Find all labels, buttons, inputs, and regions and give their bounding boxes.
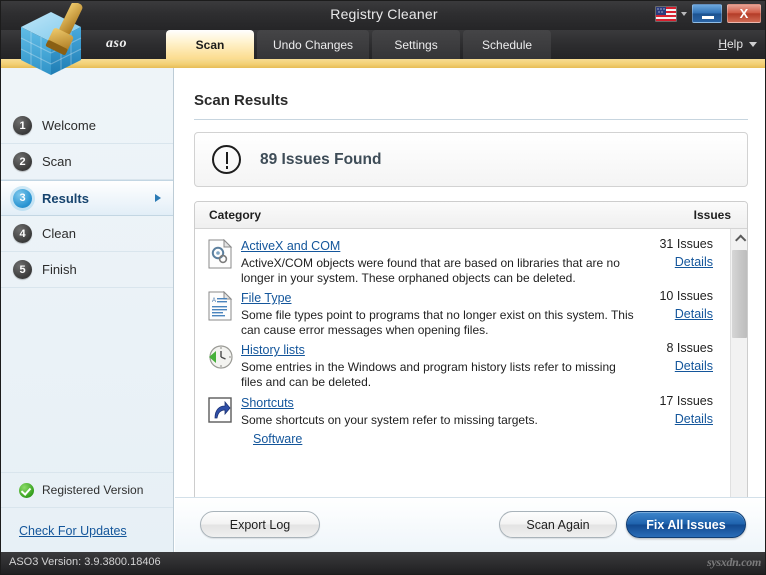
chevron-right-icon [155,194,161,202]
issue-count: 31 Issues [659,237,713,251]
help-menu[interactable]: Help [718,37,757,51]
check-updates-link[interactable]: Check For Updates [19,524,127,538]
version-label: ASO3 Version: 3.9.3800.18406 [9,556,161,568]
category-link-file-type[interactable]: File Type [241,291,292,306]
step-number-badge: 5 [13,260,32,279]
accent-band [1,59,765,68]
table-row[interactable]: A File Type Some file types point to pro… [195,289,715,337]
sidebar: 1 Welcome 2 Scan 3 Results 4 Clean 5 Fin… [1,68,174,554]
table-row[interactable]: History lists Some entries in the Window… [195,341,715,389]
sidebar-item-label: Scan [42,154,72,169]
row-issues: 10 Issues Details [639,289,715,337]
category-description: ActiveX/COM objects were found that are … [241,256,620,285]
export-log-button[interactable]: Export Log [200,511,320,538]
category-link-activex-and-com[interactable]: ActiveX and COM [241,239,340,254]
sidebar-item-welcome[interactable]: 1 Welcome [1,108,173,144]
table-row[interactable]: ActiveX and COM ActiveX/COM objects were… [195,237,715,285]
sidebar-item-clean[interactable]: 4 Clean [1,216,173,252]
issues-summary-banner: 89 Issues Found [194,132,748,187]
help-label: Help [718,37,743,51]
minimize-button[interactable] [692,4,722,23]
row-text: ActiveX and COM ActiveX/COM objects were… [241,237,639,285]
step-number-badge: 3 [13,188,32,208]
fix-all-issues-button[interactable]: Fix All Issues [626,511,746,538]
category-description: Some entries in the Windows and program … [241,360,616,389]
step-number-badge: 4 [13,224,32,243]
sidebar-item-finish[interactable]: 5 Finish [1,252,173,288]
category-link-software[interactable]: Software [253,432,302,447]
svg-text:A: A [212,298,216,304]
tab-schedule[interactable]: Schedule [463,30,552,59]
issue-count: 10 Issues [659,289,713,304]
table-row[interactable]: Shortcuts Some shortcuts on your system … [195,394,715,428]
title-divider [194,119,748,120]
row-text: File Type Some file types point to progr… [241,289,639,337]
category-description: Some file types point to programs that n… [241,308,634,337]
tab-list: Scan Undo Changes Settings Schedule [166,30,554,59]
flag-stars [657,7,665,14]
details-link[interactable]: Details [639,307,713,321]
action-bar: Export Log Scan Again Fix All Issues [175,497,765,554]
us-flag-icon[interactable] [655,5,677,22]
sidebar-item-label: Welcome [42,118,96,133]
issues-found-label: 89 Issues Found [260,150,382,168]
sidebar-item-label: Finish [42,262,77,277]
scrollbar-track[interactable] [731,246,747,535]
results-row-list: ActiveX and COM ActiveX/COM objects were… [195,237,715,451]
chevron-down-icon [749,41,757,47]
scroll-up-icon[interactable] [731,229,747,246]
sidebar-footer: Registered Version Check For Updates [1,472,173,554]
language-chevron-down-icon[interactable] [681,11,687,16]
sidebar-item-label: Results [42,190,89,206]
details-link[interactable]: Details [639,255,713,269]
sidebar-item-label: Clean [42,226,76,241]
column-header-category: Category [209,208,262,222]
sidebar-item-results[interactable]: 3 Results [1,180,173,216]
scan-again-button[interactable]: Scan Again [499,511,617,538]
row-issues: 31 Issues Details [639,237,715,285]
table-row-partial[interactable]: Software [195,431,715,447]
tab-undo-changes[interactable]: Undo Changes [257,30,370,59]
details-link[interactable]: Details [639,412,713,426]
row-text: History lists Some entries in the Window… [241,341,639,389]
tab-scan[interactable]: Scan [166,30,254,59]
tab-bar: aso Scan Undo Changes Settings Schedule … [1,30,765,59]
registry-cleaner-window: Registry Cleaner X aso Scan Undo Changes… [0,0,766,575]
shortcuts-icon [208,396,232,423]
step-number-badge: 1 [13,116,32,135]
status-bar: ASO3 Version: 3.9.3800.18406 sysxdn.com [1,552,765,574]
registered-status: Registered Version [1,472,173,508]
details-link[interactable]: Details [639,359,713,373]
main-content: Scan Results 89 Issues Found Category Is… [175,68,765,554]
category-link-history-lists[interactable]: History lists [241,343,305,358]
step-number-badge: 2 [13,152,32,171]
results-table-header: Category Issues [195,202,747,229]
row-text: Shortcuts Some shortcuts on your system … [241,394,639,428]
watermark-label: sysxdn.com [706,555,761,569]
brand-label: aso [106,36,127,51]
scrollbar-thumb[interactable] [732,250,747,338]
check-circle-icon [19,482,34,498]
close-button[interactable]: X [727,4,761,23]
activex-com-icon [208,239,233,269]
exclamation-circle-icon [212,145,241,174]
category-link-shortcuts[interactable]: Shortcuts [241,396,294,411]
sidebar-item-scan[interactable]: 2 Scan [1,144,173,180]
category-description: Some shortcuts on your system refer to m… [241,412,538,427]
issue-count: 17 Issues [659,393,713,408]
page-title: Scan Results [194,92,289,109]
issue-count: 8 Issues [666,341,713,356]
check-updates-row: Check For Updates [1,508,173,554]
tab-settings[interactable]: Settings [372,30,461,59]
file-type-icon: A [208,291,233,321]
window-title: Registry Cleaner [330,6,438,22]
registered-label: Registered Version [42,483,144,497]
history-lists-icon [209,345,233,369]
window-controls: X [655,4,761,23]
title-bar: Registry Cleaner X [1,1,765,30]
row-issues: 8 Issues Details [639,341,715,389]
row-issues: 17 Issues Details [639,394,715,428]
column-header-issues: Issues [693,208,731,222]
